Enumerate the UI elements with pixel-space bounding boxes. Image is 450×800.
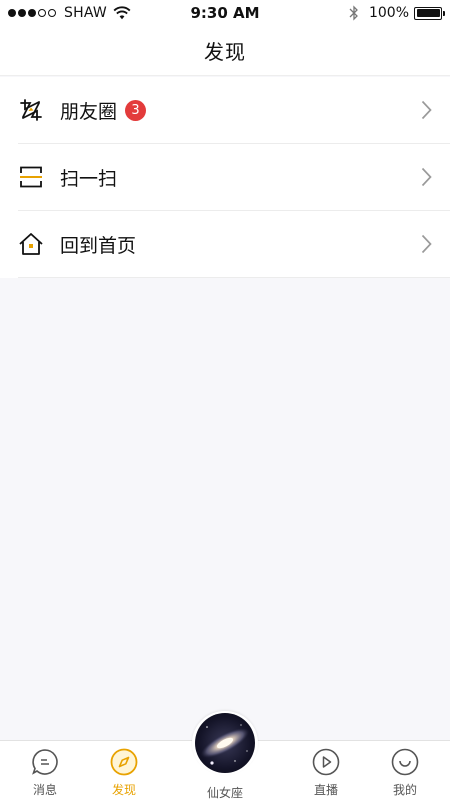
tab-label: 直播: [313, 783, 338, 797]
tab-label: 发现: [111, 783, 136, 797]
notification-badge: 3: [125, 99, 147, 121]
battery-icon: [414, 6, 445, 20]
menu-item-moments[interactable]: 朋友圈 3: [18, 77, 450, 144]
menu-item-label: 扫一扫: [60, 167, 118, 190]
chevron-right-icon: [421, 167, 432, 187]
tab-profile[interactable]: 我的: [370, 741, 440, 800]
galaxy-icon: [195, 713, 255, 773]
menu-item-home[interactable]: 回到首页: [18, 211, 450, 278]
battery-fill: [416, 9, 440, 17]
chevron-right-icon: [421, 234, 432, 254]
status-bar: SHAW 9:30 AM 100%: [0, 0, 450, 26]
profile-icon: [391, 748, 419, 776]
message-icon: [32, 749, 58, 775]
menu-item-label: 朋友圈: [60, 100, 118, 123]
chevron-right-icon: [421, 100, 432, 120]
tab-label: 消息: [32, 783, 57, 797]
tab-label: 我的: [392, 783, 417, 797]
tab-andromeda[interactable]: 仙女座: [190, 711, 260, 800]
discover-menu-list: 朋友圈 3 扫一扫 回到首页: [0, 77, 450, 278]
tab-bar: 消息 发现 仙女座 直播 我的: [0, 711, 450, 800]
page-title: 发现: [204, 40, 246, 64]
moments-icon: [18, 97, 44, 123]
wifi-icon: [113, 6, 131, 20]
discover-screen: SHAW 9:30 AM 100% 发现 朋友圈 3 扫一扫 回到首页 消息 发…: [0, 0, 450, 800]
tab-discover[interactable]: 发现: [89, 741, 159, 800]
tab-live[interactable]: 直播: [291, 741, 361, 800]
tab-label: 仙女座: [206, 786, 243, 800]
menu-item-scan[interactable]: 扫一扫: [18, 144, 450, 211]
play-icon: [312, 748, 340, 776]
compass-icon: [110, 748, 138, 776]
carrier-name: SHAW: [64, 5, 107, 21]
home-icon: [18, 231, 44, 257]
battery-percent: 100%: [368, 5, 409, 21]
status-right: 100%: [349, 4, 445, 22]
signal-strength-icon: [8, 9, 58, 17]
tab-messages[interactable]: 消息: [10, 741, 80, 800]
bluetooth-icon: [349, 5, 358, 21]
navigation-bar: 发现: [0, 26, 450, 76]
galaxy-button: [192, 711, 258, 775]
scan-icon: [18, 164, 44, 190]
menu-item-label: 回到首页: [60, 234, 137, 257]
status-left: SHAW: [8, 4, 131, 22]
